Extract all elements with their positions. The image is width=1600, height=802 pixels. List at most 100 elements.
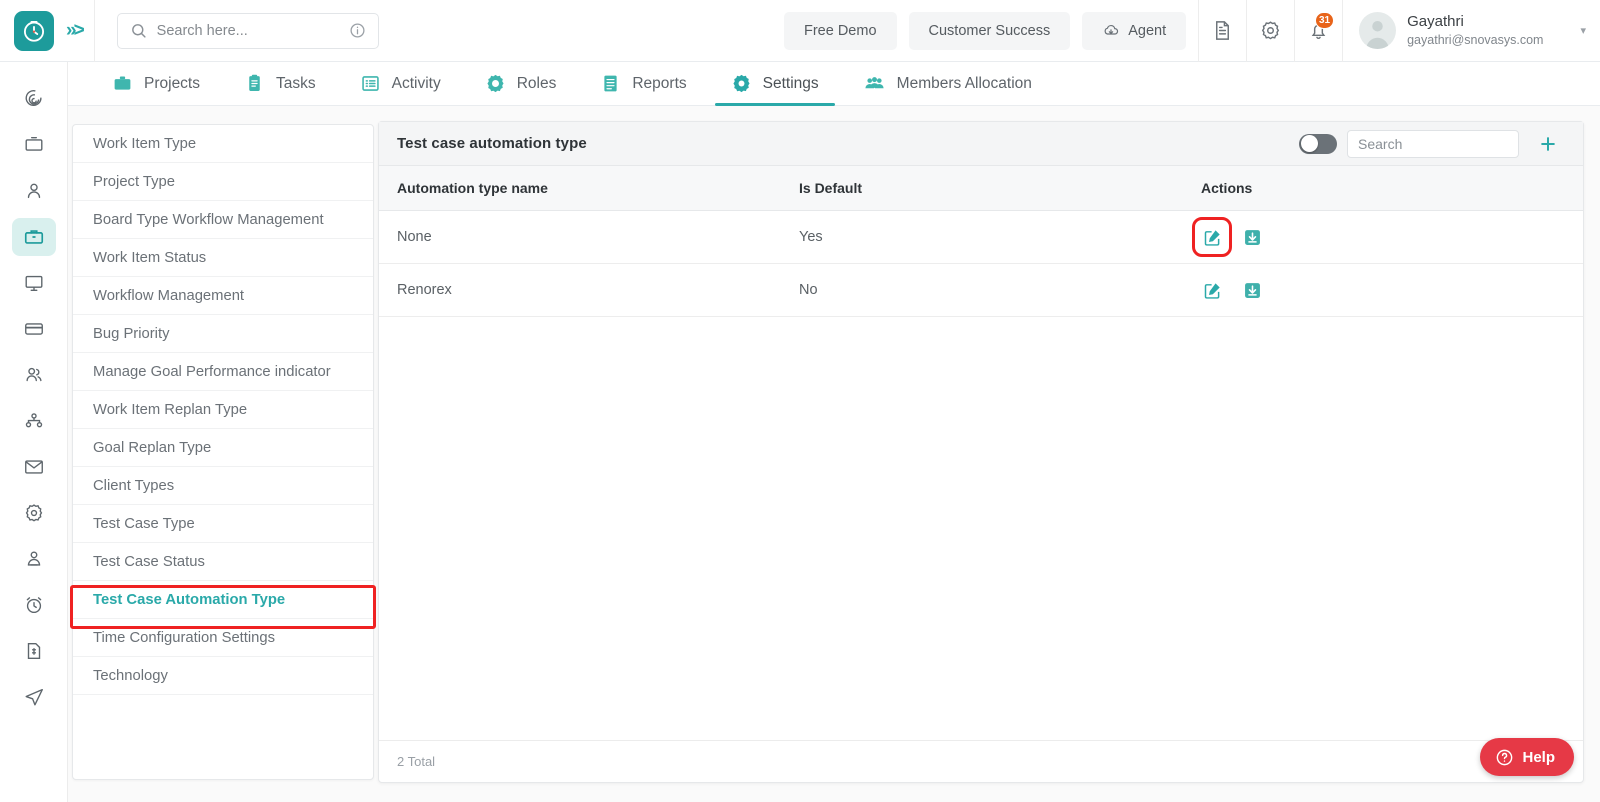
panel-body: Automation type name Is Default Actions … bbox=[379, 166, 1583, 740]
settings-item-technology[interactable]: Technology bbox=[73, 657, 373, 695]
rail-item-invoice[interactable] bbox=[12, 632, 56, 670]
rail-item-billing[interactable] bbox=[12, 310, 56, 348]
settings-item-work-item-replan-type[interactable]: Work Item Replan Type bbox=[73, 391, 373, 429]
free-demo-button[interactable]: Free Demo bbox=[783, 11, 897, 50]
briefcase-icon bbox=[114, 76, 131, 90]
spiral-icon bbox=[25, 90, 42, 106]
settings-item-board-type-workflow-management[interactable]: Board Type Workflow Management bbox=[73, 201, 373, 239]
settings-item-test-case-type[interactable]: Test Case Type bbox=[73, 505, 373, 543]
gear-icon bbox=[25, 504, 42, 522]
free-demo-label: Free Demo bbox=[803, 22, 877, 39]
tab-settings[interactable]: Settings bbox=[709, 62, 841, 106]
settings-item-bug-priority[interactable]: Bug Priority bbox=[73, 315, 373, 353]
settings-item-goal-replan-type[interactable]: Goal Replan Type bbox=[73, 429, 373, 467]
tab-members-allocation-label: Members Allocation bbox=[896, 74, 1032, 92]
table-row: Renorex No bbox=[379, 263, 1583, 317]
settings-item-work-item-type[interactable]: Work Item Type bbox=[73, 125, 373, 163]
monitor-icon bbox=[25, 275, 42, 292]
panel-footer: 2 Total bbox=[379, 740, 1583, 782]
cloud-download-icon bbox=[1104, 24, 1119, 35]
notification-badge: 31 bbox=[1314, 11, 1335, 29]
settings-item-work-item-status[interactable]: Work Item Status bbox=[73, 239, 373, 277]
cell-automation-type-name: None bbox=[379, 210, 781, 264]
filter-toggle[interactable] bbox=[1299, 133, 1337, 154]
rail-item-org[interactable] bbox=[12, 402, 56, 440]
rail-item-monitor[interactable] bbox=[12, 264, 56, 302]
page-title: Test case automation type bbox=[397, 135, 587, 152]
table-row: None Yes bbox=[379, 210, 1583, 264]
search-input[interactable] bbox=[156, 22, 349, 39]
list-icon bbox=[361, 76, 379, 91]
rail-item-team[interactable] bbox=[12, 356, 56, 394]
cell-is-default: No bbox=[781, 263, 1183, 317]
gear-icon bbox=[733, 74, 750, 93]
tab-tasks[interactable]: Tasks bbox=[222, 62, 338, 106]
settings-item-time-configuration-settings[interactable]: Time Configuration Settings bbox=[73, 619, 373, 657]
settings-item-test-case-automation-type[interactable]: Test Case Automation Type bbox=[73, 581, 373, 619]
gear-icon[interactable] bbox=[1246, 0, 1294, 62]
info-circle-icon[interactable] bbox=[349, 22, 366, 39]
tab-members-allocation[interactable]: Members Allocation bbox=[841, 62, 1054, 106]
rail-item-board[interactable] bbox=[12, 126, 56, 164]
profile-menu[interactable]: Gayathri gayathri@snovasys.com ▾ bbox=[1342, 0, 1600, 62]
profile-email: gayathri@snovasys.com bbox=[1407, 32, 1544, 47]
rail-item-timer[interactable] bbox=[12, 586, 56, 624]
edit-pencil-icon[interactable] bbox=[1192, 217, 1232, 257]
bell-icon[interactable]: 31 bbox=[1294, 0, 1342, 62]
total-count: 2 Total bbox=[397, 754, 436, 769]
panel-search-input[interactable] bbox=[1347, 129, 1519, 158]
chevron-down-icon[interactable]: ▾ bbox=[1580, 24, 1586, 37]
rail-item-projects[interactable] bbox=[11, 218, 56, 256]
add-button[interactable] bbox=[1531, 127, 1565, 161]
rail-item-employee[interactable] bbox=[12, 540, 56, 578]
mail-icon bbox=[24, 460, 43, 474]
tab-reports[interactable]: Reports bbox=[578, 62, 708, 106]
tab-settings-label: Settings bbox=[762, 74, 819, 92]
settings-item-workflow-management[interactable]: Workflow Management bbox=[73, 277, 373, 315]
question-circle-icon bbox=[1497, 749, 1513, 765]
help-label: Help bbox=[1522, 748, 1555, 766]
app-root: »> Free Demo Customer Success Agent bbox=[0, 0, 1600, 802]
edit-pencil-icon[interactable] bbox=[1201, 279, 1223, 301]
paper-plane-icon bbox=[25, 688, 43, 706]
rail-item-send[interactable] bbox=[12, 678, 56, 716]
rail-item-mail[interactable] bbox=[12, 448, 56, 486]
customer-success-button[interactable]: Customer Success bbox=[908, 11, 1071, 50]
rail-item-settings[interactable] bbox=[12, 494, 56, 532]
tab-activity-label: Activity bbox=[391, 74, 441, 92]
rail-item-user[interactable] bbox=[12, 172, 56, 210]
settings-item-project-type[interactable]: Project Type bbox=[73, 163, 373, 201]
global-search[interactable] bbox=[116, 12, 379, 49]
tab-roles[interactable]: Roles bbox=[463, 62, 579, 106]
cell-actions bbox=[1183, 263, 1583, 317]
customer-success-label: Customer Success bbox=[928, 22, 1051, 39]
help-button[interactable]: Help bbox=[1480, 738, 1574, 776]
cell-is-default: Yes bbox=[781, 210, 1183, 264]
tab-tasks-label: Tasks bbox=[276, 74, 316, 92]
tab-activity[interactable]: Activity bbox=[338, 62, 463, 106]
main-nav: Projects Tasks Activity Roles Reports Se… bbox=[68, 62, 1600, 106]
column-header-actions: Actions bbox=[1183, 166, 1583, 211]
settings-item-client-types[interactable]: Client Types bbox=[73, 467, 373, 505]
download-box-icon[interactable] bbox=[1241, 226, 1263, 248]
table-header-row: Automation type name Is Default Actions bbox=[379, 166, 1583, 211]
column-header-is-default: Is Default bbox=[781, 166, 1183, 211]
settings-item-test-case-status[interactable]: Test Case Status bbox=[73, 543, 373, 581]
tab-projects[interactable]: Projects bbox=[90, 62, 222, 106]
download-box-icon[interactable] bbox=[1241, 279, 1263, 301]
clock-logo-icon[interactable] bbox=[14, 10, 54, 51]
automation-type-table: Automation type name Is Default Actions … bbox=[379, 166, 1583, 317]
briefcase-icon bbox=[24, 230, 43, 244]
content-panel: Test case automation type Automation typ… bbox=[378, 121, 1584, 783]
left-rail bbox=[0, 62, 68, 802]
chevrons-right-icon[interactable]: »> bbox=[66, 21, 85, 40]
settings-item-manage-goal-performance-indicator[interactable]: Manage Goal Performance indicator bbox=[73, 353, 373, 391]
agent-button[interactable]: Agent bbox=[1082, 11, 1187, 50]
rail-item-dashboard[interactable] bbox=[12, 80, 56, 118]
document-icon[interactable] bbox=[1198, 0, 1246, 62]
plus-icon bbox=[1541, 136, 1555, 151]
cell-actions bbox=[1183, 210, 1583, 264]
report-icon bbox=[604, 75, 617, 92]
card-icon bbox=[24, 323, 43, 335]
alarm-clock-icon bbox=[26, 597, 41, 614]
